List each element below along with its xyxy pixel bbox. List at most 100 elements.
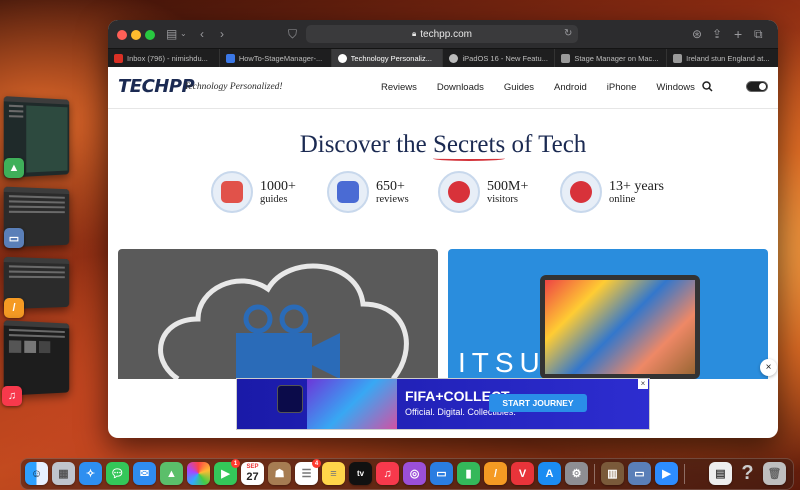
tab-docs[interactable]: HowTo-StageManager-... bbox=[220, 49, 332, 67]
visitors-icon bbox=[448, 181, 470, 203]
zoom-icon[interactable]: ▶ bbox=[655, 462, 678, 485]
share-icon[interactable]: ⇪ bbox=[712, 26, 722, 42]
sidebar-toggle-icon[interactable]: ▤ bbox=[166, 26, 177, 42]
reminders-badge: 4 bbox=[312, 459, 321, 468]
dock: ☺ ▦ ✧ 💬︎ ✉ ▲ ▶ 1 SEP 27 ☗ ☰ 4 ≡ tv ♫ ◎ ▭ ▮ … bbox=[20, 458, 794, 490]
numbers-icon[interactable]: ▮ bbox=[457, 462, 480, 485]
tv-icon[interactable]: tv bbox=[349, 462, 372, 485]
site-logo[interactable]: TECHPP bbox=[118, 76, 195, 97]
tab-ireland[interactable]: Ireland stun England at... bbox=[667, 49, 778, 67]
pages-icon: / bbox=[4, 298, 24, 318]
card-overlay-text: ITSU bbox=[458, 347, 546, 378]
page-icon bbox=[673, 53, 683, 63]
notes-icon[interactable]: ≡ bbox=[322, 462, 345, 485]
cloud-video-icon bbox=[158, 263, 409, 379]
site-nav: Reviews Downloads Guides Android iPhone … bbox=[381, 82, 715, 93]
tab-overview-icon[interactable]: ⧉ bbox=[754, 26, 763, 42]
finder-icon[interactable]: ☺ bbox=[25, 462, 48, 485]
safari-window: ▤ ⌄ ‹ › ⛉ 🔒︎ techpp.com ↻ ⊛ ⇪ + ⧉ Inbox … bbox=[108, 20, 778, 438]
maps-icon: ▲ bbox=[4, 158, 24, 178]
dark-mode-toggle[interactable] bbox=[746, 81, 768, 92]
nav-android[interactable]: Android bbox=[554, 82, 587, 93]
guides-icon bbox=[221, 181, 243, 203]
help-icon[interactable]: ? bbox=[736, 462, 759, 485]
ad-banner[interactable]: FIFA+COLLECT Official. Digital. Collecti… bbox=[237, 379, 649, 429]
nav-reviews[interactable]: Reviews bbox=[381, 82, 417, 93]
zoom-window-button[interactable] bbox=[145, 30, 155, 40]
hero-title: Discover the Secrets of Tech bbox=[299, 131, 587, 158]
nav-guides[interactable]: Guides bbox=[504, 82, 534, 93]
hero-highlight: Secrets bbox=[433, 131, 506, 158]
stat-visitors: 500M+ visitors bbox=[438, 171, 528, 213]
ad-cta-button[interactable]: START JOURNEY bbox=[489, 394, 587, 412]
site-tagline: Technology Personalized! bbox=[184, 82, 283, 92]
site-header: TECHPP Technology Personalized! Reviews … bbox=[108, 67, 778, 109]
stat-guides: 1000+ guides bbox=[211, 171, 296, 213]
reload-icon[interactable]: ↻ bbox=[564, 26, 572, 42]
downloads-icon[interactable]: ⊛ bbox=[692, 26, 702, 42]
contacts-icon[interactable]: ☗ bbox=[268, 462, 291, 485]
gmail-icon bbox=[114, 53, 123, 63]
facetime-badge: 1 bbox=[231, 459, 240, 468]
music-icon: ♫ bbox=[2, 386, 22, 406]
podcasts-icon[interactable]: ◎ bbox=[403, 462, 426, 485]
search-icon[interactable] bbox=[702, 81, 713, 95]
tab-gmail[interactable]: Inbox (796) - nimishdu... bbox=[108, 49, 220, 67]
privacy-shield-icon[interactable]: ⛉ bbox=[288, 26, 297, 42]
article-card-laptop[interactable]: ITSU bbox=[448, 249, 768, 379]
lock-icon: 🔒︎ bbox=[412, 29, 417, 38]
browser-toolbar: ▤ ⌄ ‹ › ⛉ 🔒︎ techpp.com ↻ ⊛ ⇪ + ⧉ bbox=[108, 20, 778, 48]
tab-stage-manager[interactable]: Stage Manager on Mac... bbox=[555, 49, 668, 67]
reminders-icon[interactable]: ☰ 4 bbox=[295, 459, 321, 485]
preview-icon[interactable]: ▭ bbox=[628, 462, 651, 485]
sidebar-chevron-icon[interactable]: ⌄ bbox=[180, 26, 187, 42]
tab-ipados[interactable]: iPadOS 16 - New Featu... bbox=[443, 49, 556, 67]
settings-icon[interactable]: ⚙ bbox=[565, 462, 588, 485]
ad-art bbox=[307, 379, 397, 429]
books-icon[interactable]: ▥ bbox=[601, 462, 624, 485]
reviews-icon bbox=[337, 181, 359, 203]
photos-icon[interactable] bbox=[187, 462, 210, 485]
nav-iphone[interactable]: iPhone bbox=[607, 82, 637, 93]
maps-icon[interactable]: ▲ bbox=[160, 462, 183, 485]
launchpad-icon[interactable]: ▦ bbox=[52, 462, 75, 485]
nav-downloads[interactable]: Downloads bbox=[437, 82, 484, 93]
dock-separator bbox=[684, 464, 685, 484]
doc-icon[interactable]: ▤ bbox=[709, 462, 732, 485]
vivaldi-icon[interactable]: V bbox=[511, 462, 534, 485]
apple-icon bbox=[449, 53, 459, 63]
keynote-icon[interactable]: ▭ bbox=[430, 462, 453, 485]
facetime-icon[interactable]: ▶ 1 bbox=[214, 459, 240, 485]
tab-bar: Inbox (796) - nimishdu... HowTo-StageMan… bbox=[108, 48, 778, 67]
docs-icon bbox=[225, 53, 235, 63]
back-icon[interactable]: ‹ bbox=[200, 26, 204, 42]
forward-icon[interactable]: › bbox=[220, 26, 224, 42]
messages-icon[interactable]: 💬︎ bbox=[106, 462, 129, 485]
ad-close-button[interactable]: × bbox=[638, 379, 648, 389]
pages-icon[interactable]: / bbox=[484, 462, 507, 485]
stat-reviews: 650+ reviews bbox=[327, 171, 409, 213]
article-card-cloud-video[interactable] bbox=[118, 249, 438, 379]
new-tab-icon[interactable]: + bbox=[734, 26, 742, 42]
calendar-icon[interactable]: SEP 27 bbox=[241, 462, 264, 485]
online-icon bbox=[570, 181, 592, 203]
appstore-icon[interactable]: A bbox=[538, 462, 561, 485]
techpp-icon bbox=[337, 53, 347, 63]
address-bar[interactable]: 🔒︎ techpp.com bbox=[306, 25, 578, 43]
minimize-window-button[interactable] bbox=[131, 30, 141, 40]
close-side-ad-button[interactable]: × bbox=[760, 359, 777, 376]
stats-row: 1000+ guides 650+ reviews 500M+ visitors 13… bbox=[211, 171, 681, 215]
trash-icon[interactable]: 🗑︎ bbox=[763, 462, 786, 485]
tab-techpp[interactable]: Technology Personaliz... bbox=[331, 49, 444, 67]
nav-windows[interactable]: Windows bbox=[656, 82, 695, 93]
safari-icon[interactable]: ✧ bbox=[79, 462, 102, 485]
laptop-anime-image bbox=[540, 275, 700, 379]
preview-app-icon: ▭ bbox=[4, 228, 24, 248]
stage-manager-music-window[interactable] bbox=[3, 320, 70, 396]
close-window-button[interactable] bbox=[117, 30, 127, 40]
mail-icon[interactable]: ✉ bbox=[133, 462, 156, 485]
page-icon bbox=[561, 53, 571, 63]
music-icon[interactable]: ♫ bbox=[376, 462, 399, 485]
dock-separator bbox=[594, 464, 595, 484]
stat-online: 13+ years online bbox=[560, 171, 664, 213]
